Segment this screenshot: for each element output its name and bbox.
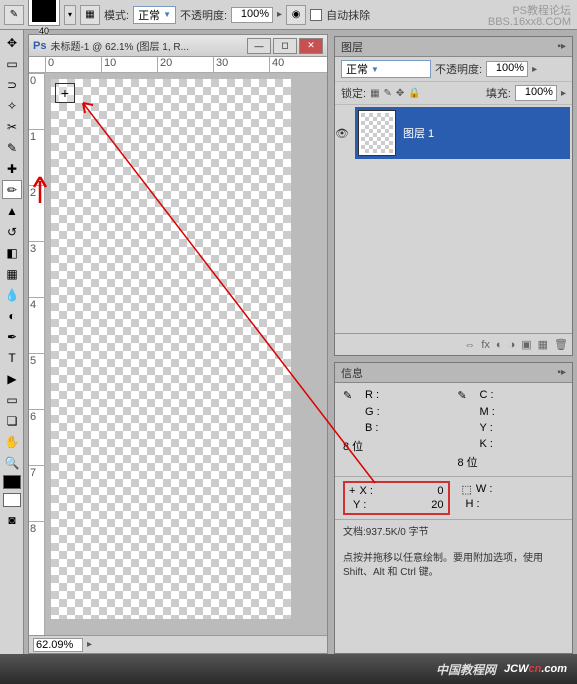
- eyedropper-tool[interactable]: ✎: [2, 138, 22, 157]
- history-brush-tool[interactable]: ↺: [2, 222, 22, 241]
- layer-thumbnail[interactable]: [359, 111, 395, 155]
- layers-list: 👁 图层 1: [335, 105, 572, 333]
- lock-all-icon[interactable]: 🔒: [408, 88, 420, 99]
- auto-erase-checkbox[interactable]: [310, 9, 322, 21]
- ruler-horizontal: 010203040: [29, 57, 327, 73]
- shape-tool[interactable]: ▭: [2, 390, 22, 409]
- maximize-button[interactable]: ◻: [273, 38, 297, 54]
- move-tool[interactable]: ✥: [2, 33, 22, 52]
- auto-erase-label: 自动抹除: [326, 7, 370, 23]
- wand-tool[interactable]: ✧: [2, 96, 22, 115]
- layer-opacity-input[interactable]: 100%: [486, 61, 528, 77]
- visibility-toggle[interactable]: 👁: [335, 126, 349, 140]
- document-statusbar: 62.09% ▸: [29, 635, 327, 653]
- document-titlebar[interactable]: Ps 未标题-1 @ 62.1% (图层 1, R... — ◻ ✕: [29, 35, 327, 57]
- info-panel: 信息 ▪▸ ✎R : G : B : 8 位 ✎C : M : Y : K : …: [334, 362, 573, 654]
- layers-panel: 图层 ▪▸ 正常▼ 不透明度: 100% ▸ 锁定: ▦ ✎ ✥ 🔒 填充: 1…: [334, 36, 573, 356]
- adjustment-icon[interactable]: ◑: [509, 339, 516, 351]
- ruler-vertical: 012345678: [29, 73, 45, 635]
- path-tool[interactable]: ▶: [2, 369, 22, 388]
- layer-opacity-label: 不透明度:: [435, 61, 482, 77]
- pencil-tool[interactable]: ✏: [2, 180, 22, 199]
- fill-label: 填充:: [486, 85, 511, 101]
- lock-label: 锁定:: [341, 85, 366, 101]
- tool-hint: 点按并拖移以任意绘制。要用附加选项，使用 Shift、Alt 和 Ctrl 键。: [335, 546, 572, 586]
- layers-footer: ⇔ fx ◐ ◑ ▣ ▦ 🗑: [335, 333, 572, 355]
- heal-tool[interactable]: ✚: [2, 159, 22, 178]
- marquee-tool[interactable]: ▭: [2, 54, 22, 73]
- options-bar: ✎ 40 ▾ ▦ 模式: 正常 ▼ 不透明度: 100% ▸ ◉ 自动抹除 PS…: [0, 0, 577, 30]
- watermark: PS教程论坛 BBS.16xx8.COM: [488, 6, 571, 28]
- lasso-tool[interactable]: ⊃: [2, 75, 22, 94]
- opacity-label: 不透明度:: [180, 7, 227, 23]
- stamp-tool[interactable]: ▲: [2, 201, 22, 220]
- mode-label: 模式:: [104, 7, 129, 23]
- layers-tab[interactable]: 图层 ▪▸: [335, 37, 572, 57]
- lock-position-icon[interactable]: ✥: [396, 88, 404, 99]
- eraser-tool[interactable]: ◧: [2, 243, 22, 262]
- tool-preset-icon[interactable]: ✎: [4, 5, 24, 25]
- blend-mode-select[interactable]: 正常▼: [341, 60, 431, 78]
- minimize-button[interactable]: —: [247, 38, 271, 54]
- group-icon[interactable]: ▣: [521, 338, 531, 351]
- layer-name: 图层 1: [403, 125, 434, 141]
- hand-tool[interactable]: ✋: [2, 432, 22, 451]
- brush-dropdown[interactable]: ▾: [64, 5, 76, 25]
- chevron-down-icon: ▼: [163, 10, 171, 19]
- fx-icon[interactable]: fx: [481, 339, 490, 351]
- zoom-input[interactable]: 62.09%: [33, 638, 83, 652]
- link-icon[interactable]: ⇔: [464, 339, 475, 351]
- tools-panel: ✥ ▭ ⊃ ✧ ✂ ✎ ✚ ✏ ▲ ↺ ◧ ▦ 💧 ◐ ✒ T ▶ ▭ ❏ ✋ …: [0, 30, 24, 654]
- layer-item[interactable]: 图层 1: [355, 107, 570, 159]
- document-title: 未标题-1 @ 62.1% (图层 1, R...: [50, 38, 247, 53]
- background-color[interactable]: [3, 493, 21, 507]
- crop-tool[interactable]: ✂: [2, 117, 22, 136]
- mode-select[interactable]: 正常 ▼: [133, 6, 176, 24]
- site-footer: 中国教程网 JCW cn .com: [0, 654, 577, 684]
- canvas[interactable]: +: [45, 73, 327, 635]
- lock-pixels-icon[interactable]: ✎: [384, 88, 392, 99]
- fill-input[interactable]: 100%: [515, 85, 557, 101]
- opacity-flyout-icon[interactable]: ▸: [277, 9, 282, 20]
- tablet-pressure-icon[interactable]: ◉: [286, 5, 306, 25]
- info-tab[interactable]: 信息 ▪▸: [335, 363, 572, 383]
- zoom-tool[interactable]: 🔍: [2, 453, 22, 472]
- ps-icon: Ps: [33, 40, 46, 52]
- xy-readout: +X :0 Y :20: [343, 481, 450, 515]
- brush-preview[interactable]: [28, 0, 60, 26]
- mask-icon[interactable]: ◐: [496, 339, 503, 351]
- type-tool[interactable]: T: [2, 348, 22, 367]
- panel-menu-icon[interactable]: ▪▸: [557, 41, 566, 52]
- status-flyout-icon[interactable]: ▸: [87, 639, 92, 650]
- dodge-tool[interactable]: ◐: [2, 306, 22, 325]
- doc-size-info: 文档:937.5K/0 字节: [335, 520, 572, 546]
- opacity-input[interactable]: 100%: [231, 7, 273, 23]
- panel-menu-icon[interactable]: ▪▸: [557, 367, 566, 378]
- delete-icon[interactable]: 🗑: [554, 338, 568, 351]
- document-window: Ps 未标题-1 @ 62.1% (图层 1, R... — ◻ ✕ 01020…: [28, 34, 328, 654]
- close-button[interactable]: ✕: [299, 38, 323, 54]
- pen-tool[interactable]: ✒: [2, 327, 22, 346]
- foreground-color[interactable]: [3, 475, 21, 489]
- mode-value: 正常: [138, 7, 160, 23]
- blur-tool[interactable]: 💧: [2, 285, 22, 304]
- 3d-tool[interactable]: ❏: [2, 411, 22, 430]
- brush-cursor: +: [55, 83, 75, 103]
- lock-transparent-icon[interactable]: ▦: [370, 88, 379, 99]
- quickmask-toggle[interactable]: ◙: [2, 510, 22, 529]
- brush-panel-icon[interactable]: ▦: [80, 5, 100, 25]
- new-layer-icon[interactable]: ▦: [538, 338, 548, 351]
- gradient-tool[interactable]: ▦: [2, 264, 22, 283]
- transparent-canvas: [51, 79, 291, 619]
